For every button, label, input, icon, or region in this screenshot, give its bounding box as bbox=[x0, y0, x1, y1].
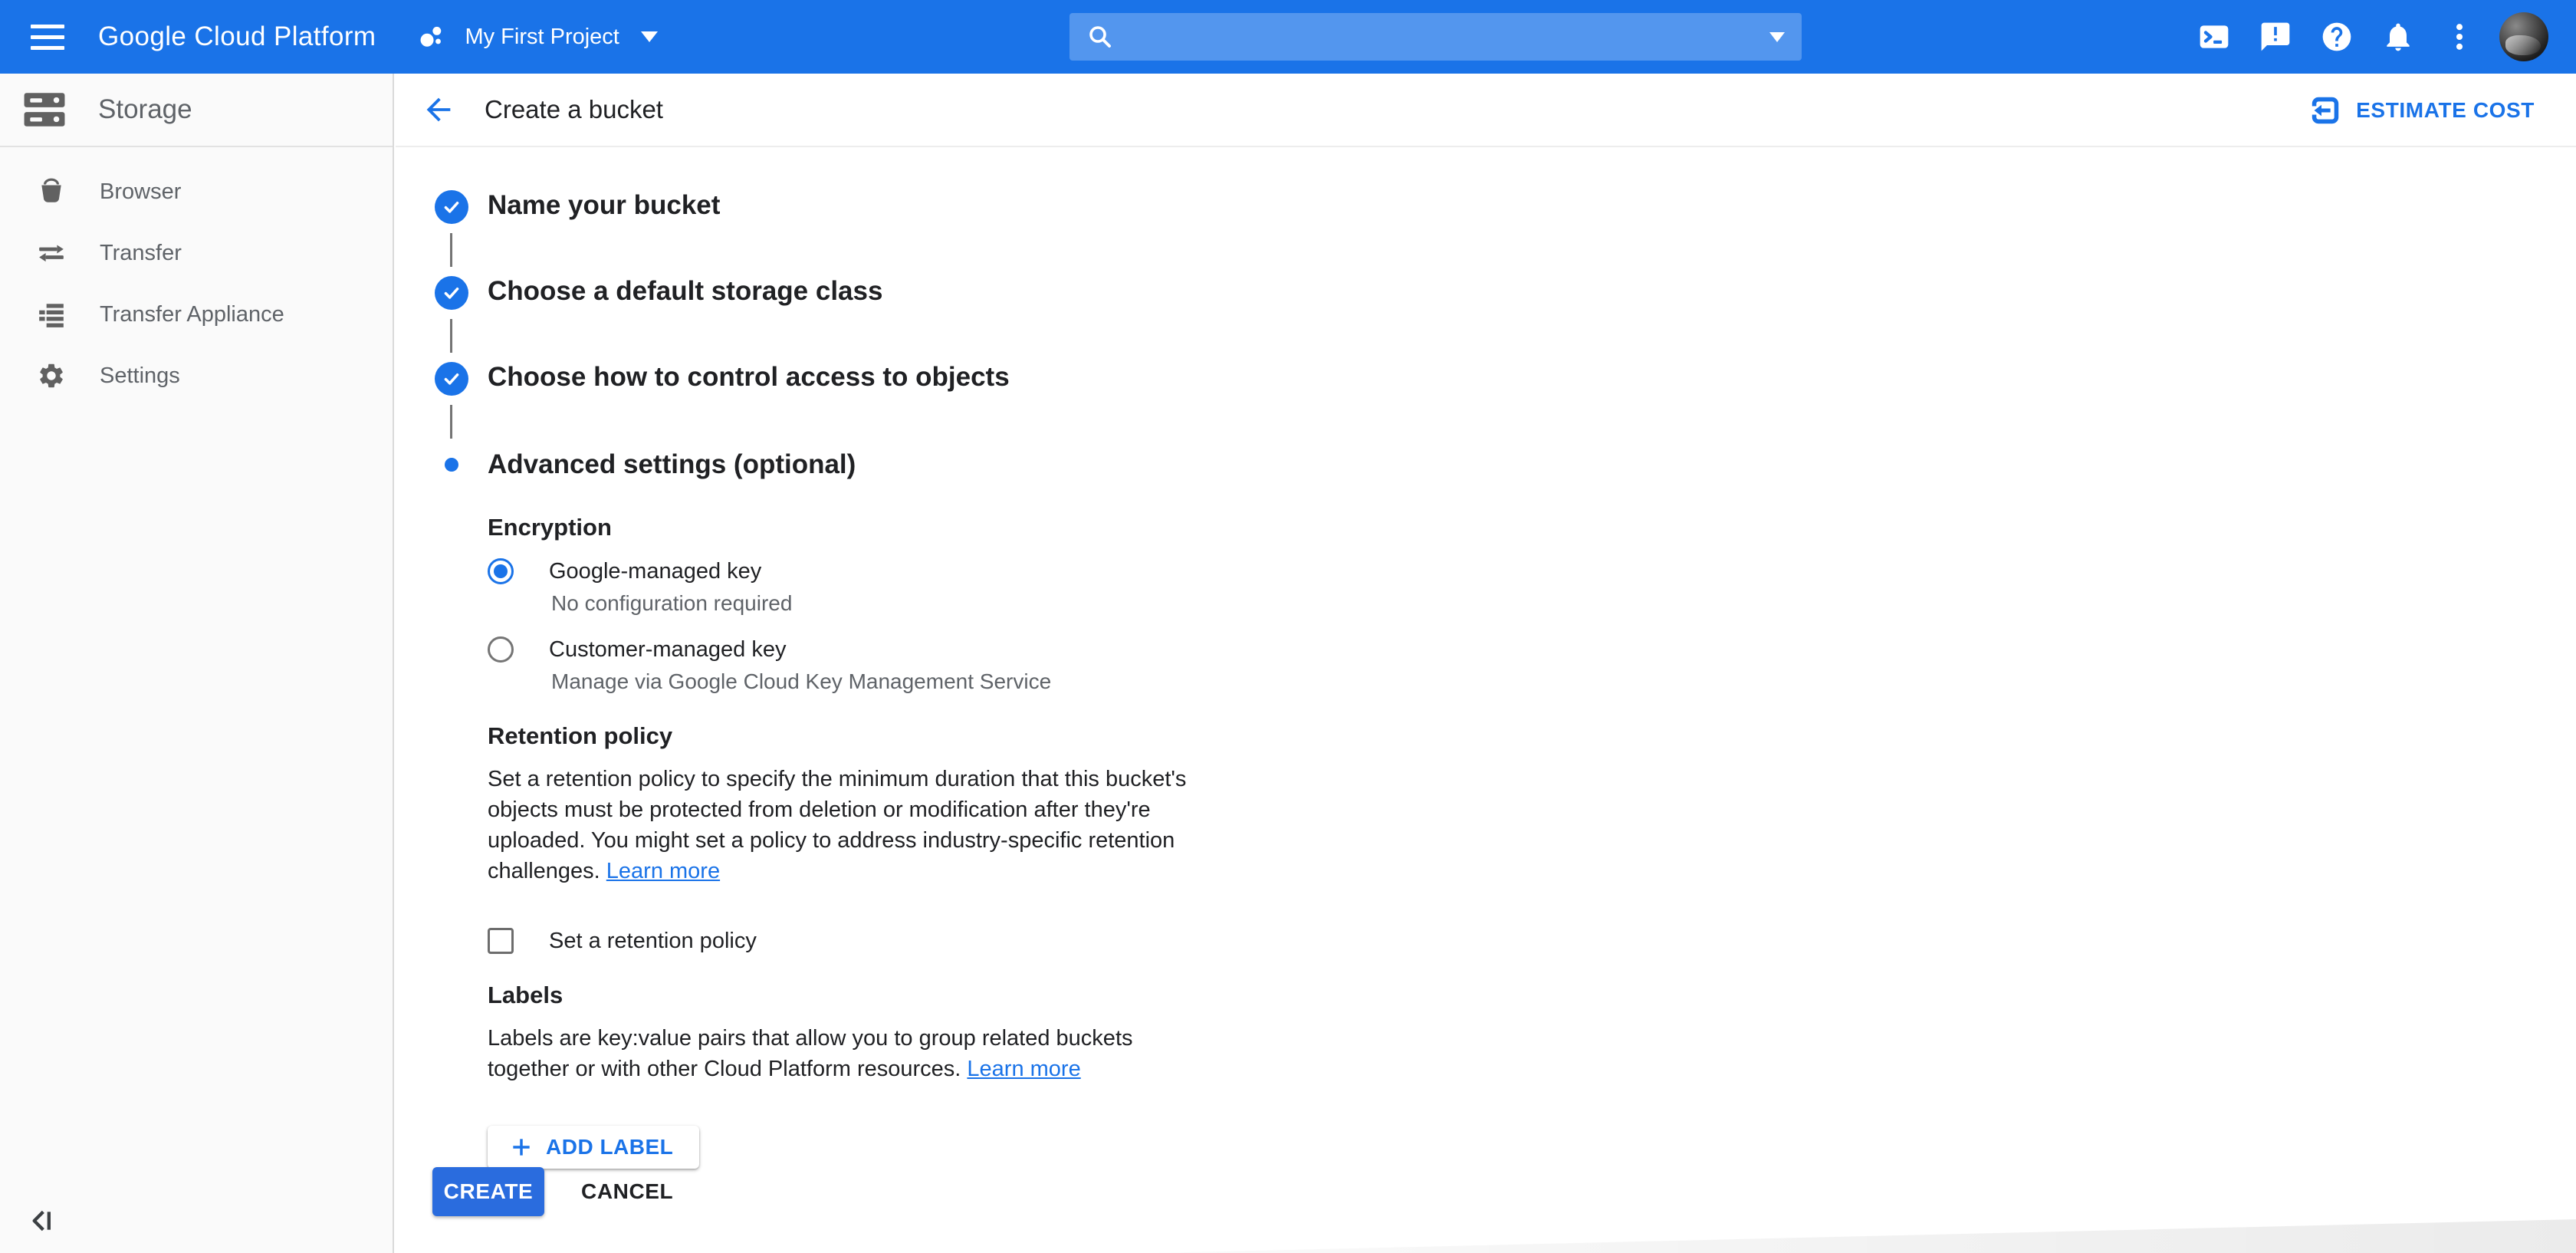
sidebar-item-transfer[interactable]: Transfer bbox=[0, 222, 393, 284]
project-icon bbox=[419, 24, 445, 50]
sidebar-item-label: Settings bbox=[100, 363, 180, 389]
terminal-icon bbox=[2197, 20, 2231, 54]
step-3-title[interactable]: Choose how to control access to objects bbox=[488, 359, 1010, 396]
corner-shadow bbox=[1158, 1219, 2576, 1253]
estimate-cost-label: ESTIMATE COST bbox=[2356, 98, 2535, 123]
project-selector[interactable]: My First Project bbox=[419, 24, 657, 50]
hamburger-icon bbox=[31, 25, 64, 28]
step-4-title[interactable]: Advanced settings (optional) bbox=[488, 446, 856, 483]
step-2-completed-icon bbox=[435, 276, 468, 310]
radio-google-managed-key[interactable]: Google-managed key bbox=[488, 558, 1212, 584]
chevron-down-icon bbox=[641, 31, 658, 42]
encryption-heading: Encryption bbox=[488, 514, 1212, 541]
search-icon bbox=[1086, 23, 1114, 51]
labels-heading: Labels bbox=[488, 982, 1212, 1009]
sidebar-item-browser[interactable]: Browser bbox=[0, 161, 393, 222]
radio-label: Customer-managed key bbox=[549, 637, 786, 663]
page-header: Create a bucket ESTIMATE COST bbox=[396, 74, 2576, 147]
help-icon bbox=[2320, 20, 2354, 54]
checkbox-unchecked-icon[interactable] bbox=[488, 928, 514, 954]
feedback-icon bbox=[2259, 20, 2292, 54]
check-icon bbox=[441, 196, 462, 218]
stepper-connector bbox=[450, 405, 452, 439]
create-bucket-form: Name your bucket Choose a default storag… bbox=[396, 147, 2576, 1253]
search-input[interactable] bbox=[1128, 25, 1760, 49]
labels-learn-more-link[interactable]: Learn more bbox=[967, 1057, 1080, 1081]
cancel-button[interactable]: CANCEL bbox=[581, 1179, 673, 1204]
storage-product-icon bbox=[23, 90, 66, 129]
labels-description: Labels are key:value pairs that allow yo… bbox=[488, 1023, 1212, 1084]
appliance-list-icon bbox=[37, 300, 66, 329]
radio-customer-managed-key[interactable]: Customer-managed key bbox=[488, 636, 1212, 663]
sidebar-item-settings[interactable]: Settings bbox=[0, 345, 393, 406]
storage-sidebar: Storage Browser Transfer bbox=[0, 74, 394, 1253]
radio-description: No configuration required bbox=[551, 590, 1212, 617]
retention-policy-text: Set a retention policy to specify the mi… bbox=[488, 767, 1186, 883]
create-button[interactable]: CREATE bbox=[432, 1167, 544, 1216]
collapse-left-icon bbox=[29, 1205, 60, 1236]
radio-unselected-icon[interactable] bbox=[488, 636, 514, 663]
step-3-completed-icon bbox=[435, 362, 468, 396]
three-dots-icon bbox=[2443, 20, 2476, 54]
sidebar-item-label: Transfer bbox=[100, 241, 182, 266]
sidebar-header: Storage bbox=[0, 74, 393, 147]
gear-icon bbox=[37, 361, 66, 390]
retention-policy-description: Set a retention policy to specify the mi… bbox=[488, 764, 1212, 886]
radio-selected-icon[interactable] bbox=[488, 558, 514, 584]
stepper-connector bbox=[450, 233, 452, 267]
step-2-title[interactable]: Choose a default storage class bbox=[488, 273, 882, 310]
collapse-sidebar-button[interactable] bbox=[26, 1202, 63, 1239]
sidebar-title: Storage bbox=[98, 94, 192, 125]
gcp-logo[interactable]: Google Cloud Platform bbox=[98, 21, 376, 52]
checkbox-label: Set a retention policy bbox=[549, 929, 757, 954]
plus-icon bbox=[509, 1135, 534, 1159]
main-content: Create a bucket ESTIMATE COST Name your … bbox=[396, 74, 2576, 1253]
set-retention-policy-checkbox-row[interactable]: Set a retention policy bbox=[488, 928, 1212, 954]
feedback-button[interactable] bbox=[2256, 17, 2295, 57]
sidebar-nav: Browser Transfer Transfer Appliance bbox=[0, 147, 393, 406]
sidebar-item-label: Browser bbox=[100, 179, 181, 205]
check-icon bbox=[441, 368, 462, 390]
step-1-title[interactable]: Name your bucket bbox=[488, 187, 720, 224]
add-label-text: ADD LABEL bbox=[546, 1135, 673, 1159]
form-actions: CREATE CANCEL bbox=[432, 1167, 673, 1216]
sidebar-item-transfer-appliance[interactable]: Transfer Appliance bbox=[0, 284, 393, 345]
sidebar-item-label: Transfer Appliance bbox=[100, 302, 284, 327]
transfer-arrows-icon bbox=[37, 238, 66, 268]
search-bar[interactable] bbox=[1070, 13, 1802, 61]
page-title: Create a bucket bbox=[485, 95, 663, 124]
top-bar: Google Cloud Platform My First Project bbox=[0, 0, 2576, 74]
more-options-button[interactable] bbox=[2440, 17, 2479, 57]
user-avatar[interactable] bbox=[2499, 12, 2548, 61]
check-icon bbox=[441, 282, 462, 304]
project-name: My First Project bbox=[465, 25, 619, 50]
step-4-current-dot bbox=[445, 458, 458, 472]
notifications-button[interactable] bbox=[2378, 17, 2418, 57]
hamburger-menu-button[interactable] bbox=[31, 18, 67, 55]
arrow-back-icon bbox=[421, 92, 456, 127]
radio-label: Google-managed key bbox=[549, 559, 761, 584]
open-panel-arrow-icon bbox=[2310, 95, 2341, 126]
stepper-connector bbox=[450, 319, 452, 353]
radio-description: Manage via Google Cloud Key Management S… bbox=[551, 669, 1212, 695]
topbar-actions bbox=[2173, 0, 2548, 74]
search-dropdown-caret-icon[interactable] bbox=[1769, 32, 1785, 42]
retention-policy-heading: Retention policy bbox=[488, 722, 1212, 750]
add-label-button[interactable]: ADD LABEL bbox=[488, 1126, 699, 1169]
estimate-cost-button[interactable]: ESTIMATE COST bbox=[2310, 74, 2535, 147]
cloud-shell-button[interactable] bbox=[2194, 17, 2234, 57]
advanced-settings-section: Encryption Google-managed key No configu… bbox=[488, 514, 1212, 1169]
bell-icon bbox=[2381, 20, 2415, 54]
help-button[interactable] bbox=[2317, 17, 2357, 57]
back-button[interactable] bbox=[419, 90, 458, 130]
retention-learn-more-link[interactable]: Learn more bbox=[606, 859, 720, 883]
bucket-icon bbox=[37, 177, 66, 206]
step-1-completed-icon bbox=[435, 190, 468, 224]
